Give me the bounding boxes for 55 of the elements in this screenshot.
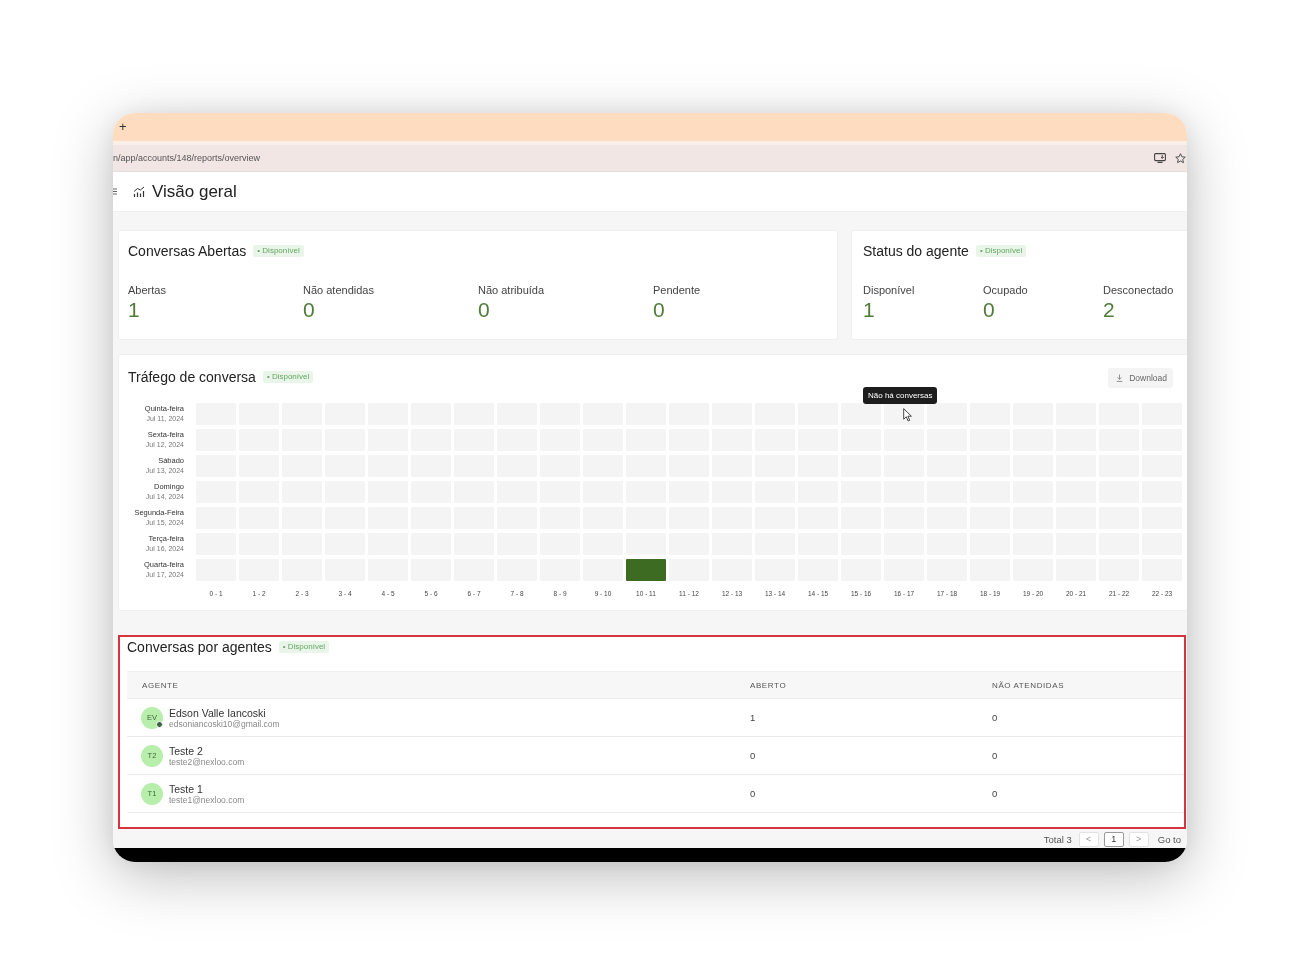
column-header: ABERTO: [749, 680, 787, 690]
menu-icon[interactable]: [113, 188, 117, 195]
agent-email: teste2@nexloo.com: [169, 756, 245, 767]
metric-label: Disponível: [863, 284, 915, 296]
table-cell: 1: [750, 712, 756, 723]
url-text: n/app/accounts/148/reports/overview: [113, 153, 261, 163]
column-header: NÃO ATENDIDAS: [991, 680, 1065, 690]
star-icon[interactable]: [1175, 152, 1186, 164]
page-button[interactable]: 1: [1103, 831, 1124, 847]
heatmap-cell[interactable]: [626, 559, 666, 581]
metric-label: Pendente: [653, 284, 701, 296]
agent-name: Teste 1: [169, 782, 204, 795]
agent-name: Edson Valle Iancoski: [169, 706, 267, 719]
table-cell: 0: [992, 750, 998, 761]
download-icon: [1116, 373, 1124, 382]
card-title: Tráfego de conversa: [128, 369, 256, 385]
metric-value: 0: [478, 298, 490, 322]
heatmap-cell[interactable]: [841, 403, 881, 425]
column-header: AGENTE: [141, 680, 179, 690]
status-badge: • Disponível: [262, 371, 314, 383]
status-badge: • Disponível: [253, 245, 304, 257]
metric-value: 1: [863, 298, 875, 322]
heatmap-cell[interactable]: [927, 403, 967, 425]
metric-label: Abertas: [128, 284, 166, 296]
agent-name: Teste 2: [169, 744, 204, 757]
metric-value: 0: [303, 298, 315, 322]
chart-icon: [133, 185, 145, 198]
install-icon[interactable]: [1154, 153, 1166, 163]
table-cell: 0: [992, 788, 998, 799]
metric-label: Não atribuída: [478, 284, 545, 296]
metric-label: Desconectado: [1103, 284, 1174, 296]
card-title: Status do agente: [863, 243, 969, 259]
new-tab-button[interactable]: +: [119, 120, 127, 134]
agent-email: teste1@nexloo.com: [169, 794, 245, 805]
table-cell: 0: [750, 788, 756, 799]
metric-label: Ocupado: [983, 284, 1028, 296]
metric-value: 2: [1103, 298, 1115, 322]
card-title: Conversas por agentes: [127, 639, 272, 655]
tooltip: Não há conversas: [863, 387, 938, 404]
address-bar[interactable]: n/app/accounts/148/reports/overview: [113, 145, 1187, 172]
status-badge: • Disponível: [278, 641, 330, 653]
cursor-icon: [903, 408, 913, 422]
metric-label: Não atendidas: [303, 284, 374, 296]
go-to-label: Go to: [1157, 833, 1181, 845]
metric-value: 0: [653, 298, 665, 322]
page-title: Visão geral: [152, 181, 237, 202]
agent-email: edsoniancoski10@gmail.com: [169, 718, 280, 729]
download-button[interactable]: Download: [1108, 367, 1173, 388]
table-cell: 0: [750, 750, 756, 761]
total-count: Total 3: [1043, 833, 1072, 845]
status-badge: • Disponível: [975, 245, 1027, 257]
metric-value: 0: [983, 298, 995, 322]
metric-value: 1: [128, 298, 140, 322]
table-cell: 0: [992, 712, 998, 723]
card-title: Conversas Abertas: [128, 243, 247, 259]
